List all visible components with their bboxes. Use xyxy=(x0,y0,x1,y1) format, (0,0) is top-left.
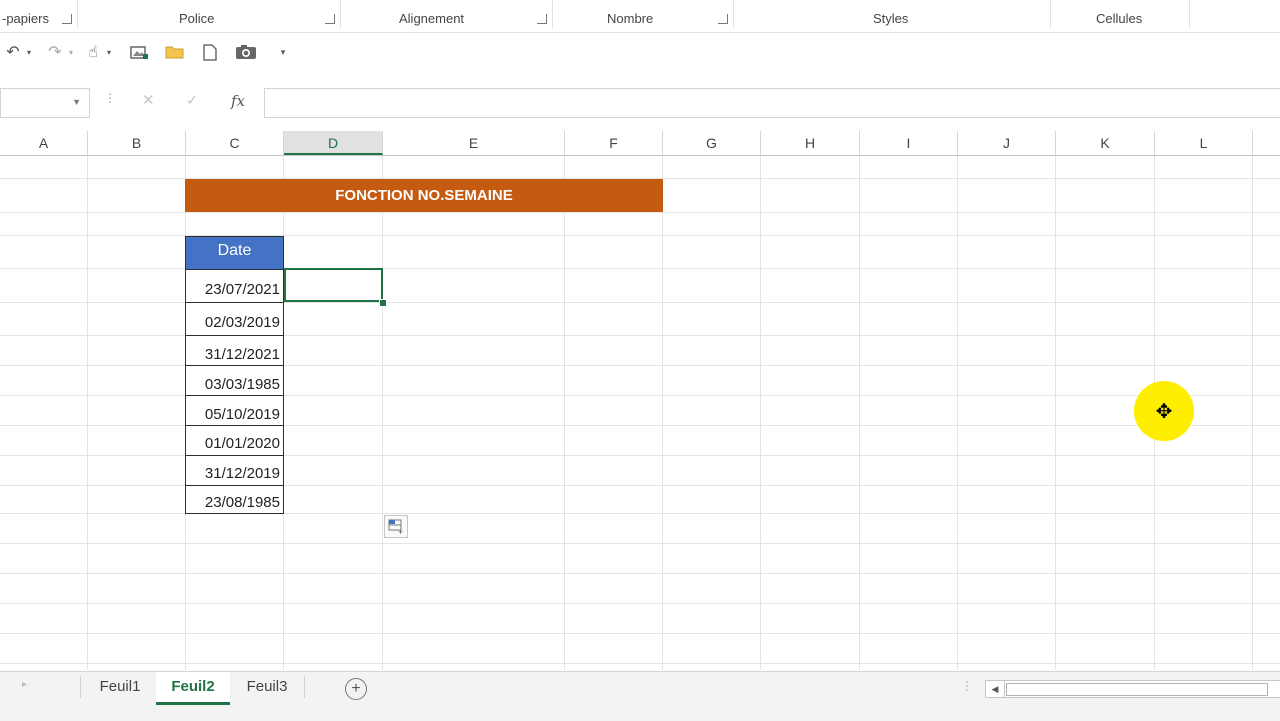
date-column-header-cell[interactable]: Date xyxy=(185,236,284,270)
ribbon-group-font: Police xyxy=(179,11,215,26)
tab-scroll-right-icon[interactable]: ▸ xyxy=(22,679,27,690)
enter-formula-button[interactable]: ✓ xyxy=(186,91,199,109)
ribbon-group-labels: -papiers Police Alignement Nombre Styles… xyxy=(0,0,1280,33)
alignment-launcher-icon[interactable] xyxy=(537,14,547,24)
touch-mode-icon[interactable]: ☝ xyxy=(82,41,104,63)
column-header-h[interactable]: H xyxy=(761,131,860,155)
horizontal-scrollbar[interactable]: ◀ xyxy=(985,680,1280,698)
sheet-title-banner[interactable]: FONCTION NO.SEMAINE xyxy=(185,179,663,212)
grid-line xyxy=(1252,156,1253,670)
date-cell[interactable]: 03/03/1985 xyxy=(185,366,284,396)
camera-icon[interactable] xyxy=(235,41,257,63)
column-header-k[interactable]: K xyxy=(1056,131,1155,155)
date-cell[interactable]: 31/12/2021 xyxy=(185,336,284,366)
grid-line xyxy=(0,663,1280,664)
column-headers: A B C D E F G H I J K L xyxy=(0,131,1280,156)
name-box[interactable]: ▼ xyxy=(0,88,90,118)
active-cell-d[interactable] xyxy=(284,268,383,302)
ribbon-group-styles: Styles xyxy=(873,11,909,26)
open-folder-icon[interactable] xyxy=(164,41,186,63)
date-cell[interactable]: 23/07/2021 xyxy=(185,270,284,303)
date-cell[interactable]: 31/12/2019 xyxy=(185,456,284,486)
scrollbar-thumb[interactable] xyxy=(1006,683,1268,696)
grid-line xyxy=(1055,156,1056,670)
tab-separator xyxy=(80,676,81,698)
ribbon-separator xyxy=(1050,0,1051,28)
formula-bar: ▼ ⋮ ✕ ✓ fx xyxy=(0,88,1280,118)
svg-text:+: + xyxy=(398,527,403,537)
column-header-g[interactable]: G xyxy=(663,131,761,155)
ribbon-group-clipboard: -papiers xyxy=(2,11,49,26)
column-header-b[interactable]: B xyxy=(88,131,186,155)
new-document-icon[interactable] xyxy=(199,41,221,63)
scroll-left-icon[interactable]: ◀ xyxy=(986,681,1005,697)
new-sheet-button[interactable]: + xyxy=(345,678,367,700)
date-cell[interactable]: 02/03/2019 xyxy=(185,303,284,336)
customize-qat-icon[interactable]: ▾ xyxy=(272,41,294,63)
ribbon-separator xyxy=(552,0,553,28)
clipboard-launcher-icon[interactable] xyxy=(62,14,72,24)
column-header-l[interactable]: L xyxy=(1155,131,1253,155)
mouse-cursor-highlight-icon: ✥ xyxy=(1134,381,1194,441)
touch-dropdown-icon[interactable]: ▾ xyxy=(104,41,114,63)
number-launcher-icon[interactable] xyxy=(718,14,728,24)
sheet-tabs-bar: ▸ Feuil1 Feuil2 Feuil3 + ⋮ ◀ xyxy=(0,671,1280,721)
insert-picture-icon[interactable] xyxy=(128,41,150,63)
grid-line xyxy=(0,573,1280,574)
cancel-formula-button[interactable]: ✕ xyxy=(142,91,155,109)
formula-bar-grip-icon: ⋮ xyxy=(104,91,116,105)
grid-line xyxy=(0,603,1280,604)
date-cell[interactable]: 23/08/1985 xyxy=(185,486,284,514)
grid-line xyxy=(564,156,565,670)
date-cell[interactable]: 01/01/2020 xyxy=(185,426,284,456)
undo-dropdown-icon[interactable]: ▾ xyxy=(24,41,34,63)
column-header-i[interactable]: I xyxy=(860,131,958,155)
font-launcher-icon[interactable] xyxy=(325,14,335,24)
split-grip-icon[interactable]: ⋮ xyxy=(961,679,973,693)
column-header-a[interactable]: A xyxy=(0,131,88,155)
column-header-c[interactable]: C xyxy=(186,131,284,155)
ribbon-separator xyxy=(77,0,78,28)
column-header-d[interactable]: D xyxy=(284,131,383,155)
ribbon-separator xyxy=(340,0,341,28)
tab-separator xyxy=(304,676,305,698)
undo-icon[interactable]: ↶ xyxy=(2,41,24,63)
worksheet-grid[interactable]: FONCTION NO.SEMAINE Date 23/07/2021 02/0… xyxy=(0,156,1280,670)
insert-function-button[interactable]: fx xyxy=(231,92,245,110)
grid-line xyxy=(0,543,1280,544)
quick-analysis-icon[interactable]: + xyxy=(384,515,408,538)
ribbon-group-cells: Cellules xyxy=(1096,11,1143,26)
formula-input[interactable] xyxy=(264,88,1280,118)
tab-feuil1[interactable]: Feuil1 xyxy=(86,672,154,702)
column-header-j[interactable]: J xyxy=(958,131,1056,155)
column-header-e[interactable]: E xyxy=(383,131,565,155)
date-cell[interactable]: 05/10/2019 xyxy=(185,396,284,426)
grid-line xyxy=(859,156,860,670)
column-header-f[interactable]: F xyxy=(565,131,663,155)
grid-line xyxy=(0,212,1280,213)
name-box-dropdown-icon[interactable]: ▼ xyxy=(72,97,81,107)
ribbon-separator xyxy=(733,0,734,28)
grid-line xyxy=(382,156,383,670)
grid-line xyxy=(87,156,88,670)
ribbon-separator xyxy=(1189,0,1190,28)
redo-dropdown-icon[interactable]: ▾ xyxy=(66,41,76,63)
ribbon-group-alignment: Alignement xyxy=(399,11,465,26)
tab-feuil2[interactable]: Feuil2 xyxy=(156,672,230,705)
ribbon-group-number: Nombre xyxy=(607,11,654,26)
redo-icon[interactable]: ↷ xyxy=(44,41,66,63)
grid-line xyxy=(760,156,761,670)
grid-line xyxy=(957,156,958,670)
fill-handle[interactable] xyxy=(379,299,387,307)
grid-line xyxy=(0,633,1280,634)
tab-feuil3[interactable]: Feuil3 xyxy=(232,672,302,702)
grid-line xyxy=(662,156,663,670)
quick-access-toolbar: ↶ ▾ ↷ ▾ ☝ ▾ ▾ xyxy=(0,33,1280,73)
